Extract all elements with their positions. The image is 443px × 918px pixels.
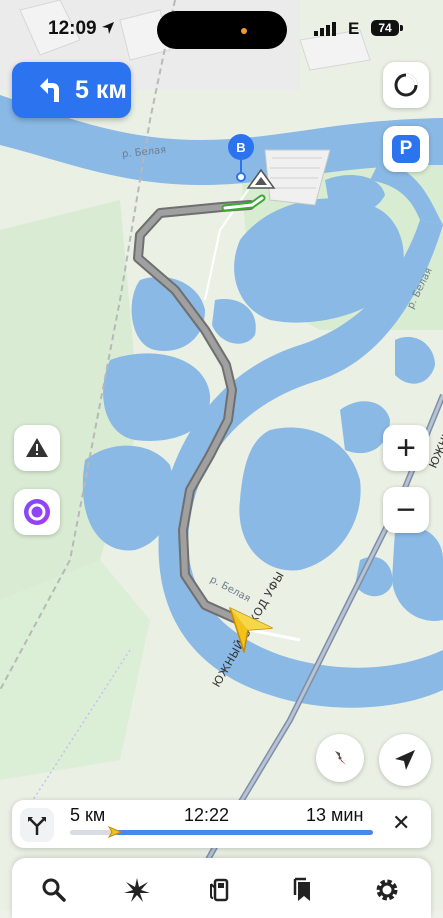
destination-marker-label: B [236, 139, 246, 155]
gear-icon [376, 879, 398, 901]
end-route-button[interactable]: ✕ [392, 810, 410, 836]
tab-ar-navigation[interactable] [122, 875, 152, 905]
tab-bookmarks[interactable] [288, 875, 318, 905]
zoom-out-icon: − [396, 491, 416, 529]
orientation-icon [394, 73, 418, 97]
maneuver-distance: 5 км [75, 76, 127, 104]
road-alert-button[interactable] [14, 425, 60, 471]
maneuver-panel[interactable]: 5 км [12, 62, 131, 118]
bottom-tab-bar [12, 858, 431, 918]
zoom-out-button[interactable]: − [383, 487, 429, 533]
tab-search[interactable] [39, 875, 69, 905]
zoom-in-icon: + [396, 429, 416, 467]
tab-fuel[interactable] [206, 875, 236, 905]
remaining-duration: 13 мин [306, 805, 364, 825]
status-time: 12:09 [48, 18, 97, 39]
route-fork-icon [28, 817, 46, 835]
map-view[interactable] [0, 0, 443, 910]
route-progress-fill [115, 830, 373, 835]
cellular-signal-icon [314, 22, 336, 36]
bookmarks-icon [293, 877, 310, 901]
turn-left-icon [40, 78, 59, 102]
search-icon [42, 878, 66, 902]
route-progress-car-icon [108, 826, 123, 838]
fuel-icon [210, 878, 229, 902]
ar-navigation-icon [124, 878, 150, 902]
alice-assistant-icon [24, 499, 50, 525]
destination-marker[interactable]: B [228, 134, 254, 160]
network-type: E [348, 19, 360, 38]
locate-me-button[interactable] [379, 734, 431, 786]
zoom-in-button[interactable]: + [383, 425, 429, 471]
status-bar: 12:09 E 74 [0, 0, 443, 58]
boat-ramp-icon [246, 168, 276, 189]
tab-settings[interactable] [372, 875, 402, 905]
battery-level: 74 [371, 20, 399, 36]
location-services-icon [102, 22, 114, 34]
dynamic-island-indicator [241, 28, 247, 34]
compass-button[interactable] [316, 734, 364, 782]
parking-icon: P [392, 135, 420, 163]
dynamic-island [157, 11, 287, 49]
battery-tip [400, 25, 403, 31]
alice-assistant-button[interactable] [14, 489, 60, 535]
compass-mode-button[interactable] [383, 62, 429, 108]
route-options-button[interactable] [20, 808, 54, 842]
navigate-arrow-icon [395, 750, 415, 770]
parking-button[interactable]: P [383, 126, 429, 172]
arrival-time: 12:22 [184, 805, 230, 825]
remaining-distance: 5 км [70, 805, 106, 825]
compass-icon [335, 751, 346, 765]
road-alert-icon [26, 438, 48, 457]
route-summary-panel[interactable]: 5 км 12:22 13 мин ✕ [12, 800, 431, 848]
current-location-arrow [229, 607, 273, 653]
route-progress-bar [70, 826, 373, 838]
